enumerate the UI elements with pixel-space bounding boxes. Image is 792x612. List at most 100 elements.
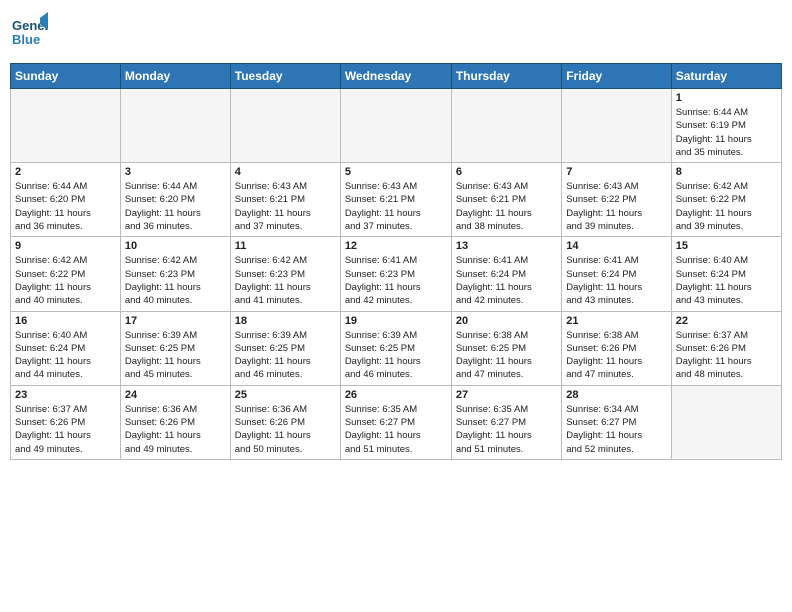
day-info: Sunrise: 6:38 AM Sunset: 6:26 PM Dayligh… xyxy=(566,329,666,382)
svg-text:Blue: Blue xyxy=(12,32,40,47)
calendar-cell: 5 Sunrise: 6:43 AM Sunset: 6:21 PM Daylig… xyxy=(340,163,451,237)
day-info: Sunrise: 6:43 AM Sunset: 6:21 PM Dayligh… xyxy=(456,180,557,233)
calendar-cell: 12 Sunrise: 6:41 AM Sunset: 6:23 PM Dayli… xyxy=(340,237,451,311)
weekday-header-monday: Monday xyxy=(120,64,230,89)
calendar-cell xyxy=(340,89,451,163)
calendar-cell: 3 Sunrise: 6:44 AM Sunset: 6:20 PM Daylig… xyxy=(120,163,230,237)
calendar-cell: 19 Sunrise: 6:39 AM Sunset: 6:25 PM Dayli… xyxy=(340,311,451,385)
calendar-cell: 14 Sunrise: 6:41 AM Sunset: 6:24 PM Dayli… xyxy=(562,237,671,311)
day-number: 4 xyxy=(235,166,336,178)
day-number: 24 xyxy=(125,389,226,401)
weekday-header-thursday: Thursday xyxy=(451,64,561,89)
day-number: 12 xyxy=(345,240,447,252)
day-number: 17 xyxy=(125,315,226,327)
calendar-cell xyxy=(562,89,671,163)
day-info: Sunrise: 6:37 AM Sunset: 6:26 PM Dayligh… xyxy=(676,329,777,382)
day-info: Sunrise: 6:40 AM Sunset: 6:24 PM Dayligh… xyxy=(15,329,116,382)
day-number: 18 xyxy=(235,315,336,327)
day-info: Sunrise: 6:35 AM Sunset: 6:27 PM Dayligh… xyxy=(345,403,447,456)
day-info: Sunrise: 6:42 AM Sunset: 6:22 PM Dayligh… xyxy=(15,254,116,307)
day-number: 9 xyxy=(15,240,116,252)
day-number: 14 xyxy=(566,240,666,252)
day-info: Sunrise: 6:39 AM Sunset: 6:25 PM Dayligh… xyxy=(125,329,226,382)
day-info: Sunrise: 6:42 AM Sunset: 6:22 PM Dayligh… xyxy=(676,180,777,233)
day-info: Sunrise: 6:44 AM Sunset: 6:20 PM Dayligh… xyxy=(125,180,226,233)
calendar-cell: 22 Sunrise: 6:37 AM Sunset: 6:26 PM Dayli… xyxy=(671,311,781,385)
calendar-cell: 27 Sunrise: 6:35 AM Sunset: 6:27 PM Dayli… xyxy=(451,385,561,459)
day-info: Sunrise: 6:41 AM Sunset: 6:24 PM Dayligh… xyxy=(566,254,666,307)
day-info: Sunrise: 6:35 AM Sunset: 6:27 PM Dayligh… xyxy=(456,403,557,456)
calendar-cell: 20 Sunrise: 6:38 AM Sunset: 6:25 PM Dayli… xyxy=(451,311,561,385)
day-info: Sunrise: 6:42 AM Sunset: 6:23 PM Dayligh… xyxy=(125,254,226,307)
weekday-header-saturday: Saturday xyxy=(671,64,781,89)
calendar-cell: 16 Sunrise: 6:40 AM Sunset: 6:24 PM Dayli… xyxy=(11,311,121,385)
day-number: 8 xyxy=(676,166,777,178)
day-info: Sunrise: 6:43 AM Sunset: 6:22 PM Dayligh… xyxy=(566,180,666,233)
calendar-cell xyxy=(451,89,561,163)
day-info: Sunrise: 6:37 AM Sunset: 6:26 PM Dayligh… xyxy=(15,403,116,456)
calendar-cell: 11 Sunrise: 6:42 AM Sunset: 6:23 PM Dayli… xyxy=(230,237,340,311)
calendar-cell xyxy=(120,89,230,163)
calendar-cell xyxy=(671,385,781,459)
day-number: 7 xyxy=(566,166,666,178)
day-info: Sunrise: 6:40 AM Sunset: 6:24 PM Dayligh… xyxy=(676,254,777,307)
calendar-cell xyxy=(230,89,340,163)
calendar-cell: 8 Sunrise: 6:42 AM Sunset: 6:22 PM Daylig… xyxy=(671,163,781,237)
day-number: 16 xyxy=(15,315,116,327)
day-number: 22 xyxy=(676,315,777,327)
day-number: 11 xyxy=(235,240,336,252)
calendar-cell: 28 Sunrise: 6:34 AM Sunset: 6:27 PM Dayli… xyxy=(562,385,671,459)
day-number: 5 xyxy=(345,166,447,178)
weekday-header-wednesday: Wednesday xyxy=(340,64,451,89)
day-number: 21 xyxy=(566,315,666,327)
calendar-cell: 24 Sunrise: 6:36 AM Sunset: 6:26 PM Dayli… xyxy=(120,385,230,459)
day-info: Sunrise: 6:38 AM Sunset: 6:25 PM Dayligh… xyxy=(456,329,557,382)
calendar-cell: 26 Sunrise: 6:35 AM Sunset: 6:27 PM Dayli… xyxy=(340,385,451,459)
calendar-cell: 6 Sunrise: 6:43 AM Sunset: 6:21 PM Daylig… xyxy=(451,163,561,237)
day-number: 15 xyxy=(676,240,777,252)
day-info: Sunrise: 6:36 AM Sunset: 6:26 PM Dayligh… xyxy=(235,403,336,456)
calendar-cell: 4 Sunrise: 6:43 AM Sunset: 6:21 PM Daylig… xyxy=(230,163,340,237)
day-info: Sunrise: 6:41 AM Sunset: 6:24 PM Dayligh… xyxy=(456,254,557,307)
day-info: Sunrise: 6:44 AM Sunset: 6:19 PM Dayligh… xyxy=(676,106,777,159)
day-number: 20 xyxy=(456,315,557,327)
calendar-cell: 18 Sunrise: 6:39 AM Sunset: 6:25 PM Dayli… xyxy=(230,311,340,385)
calendar-table: SundayMondayTuesdayWednesdayThursdayFrid… xyxy=(10,63,782,460)
day-info: Sunrise: 6:39 AM Sunset: 6:25 PM Dayligh… xyxy=(235,329,336,382)
calendar-cell: 25 Sunrise: 6:36 AM Sunset: 6:26 PM Dayli… xyxy=(230,385,340,459)
day-info: Sunrise: 6:34 AM Sunset: 6:27 PM Dayligh… xyxy=(566,403,666,456)
calendar-cell: 17 Sunrise: 6:39 AM Sunset: 6:25 PM Dayli… xyxy=(120,311,230,385)
calendar-cell: 13 Sunrise: 6:41 AM Sunset: 6:24 PM Dayli… xyxy=(451,237,561,311)
weekday-header-sunday: Sunday xyxy=(11,64,121,89)
day-number: 28 xyxy=(566,389,666,401)
weekday-header-friday: Friday xyxy=(562,64,671,89)
day-info: Sunrise: 6:36 AM Sunset: 6:26 PM Dayligh… xyxy=(125,403,226,456)
day-info: Sunrise: 6:43 AM Sunset: 6:21 PM Dayligh… xyxy=(235,180,336,233)
day-info: Sunrise: 6:42 AM Sunset: 6:23 PM Dayligh… xyxy=(235,254,336,307)
day-number: 6 xyxy=(456,166,557,178)
weekday-header-tuesday: Tuesday xyxy=(230,64,340,89)
day-info: Sunrise: 6:44 AM Sunset: 6:20 PM Dayligh… xyxy=(15,180,116,233)
day-number: 27 xyxy=(456,389,557,401)
day-number: 13 xyxy=(456,240,557,252)
calendar-cell: 21 Sunrise: 6:38 AM Sunset: 6:26 PM Dayli… xyxy=(562,311,671,385)
day-number: 25 xyxy=(235,389,336,401)
day-number: 23 xyxy=(15,389,116,401)
day-info: Sunrise: 6:41 AM Sunset: 6:23 PM Dayligh… xyxy=(345,254,447,307)
calendar-cell: 7 Sunrise: 6:43 AM Sunset: 6:22 PM Daylig… xyxy=(562,163,671,237)
calendar-cell xyxy=(11,89,121,163)
day-info: Sunrise: 6:43 AM Sunset: 6:21 PM Dayligh… xyxy=(345,180,447,233)
calendar-cell: 9 Sunrise: 6:42 AM Sunset: 6:22 PM Daylig… xyxy=(11,237,121,311)
day-number: 3 xyxy=(125,166,226,178)
day-number: 2 xyxy=(15,166,116,178)
calendar-cell: 15 Sunrise: 6:40 AM Sunset: 6:24 PM Dayli… xyxy=(671,237,781,311)
calendar-cell: 23 Sunrise: 6:37 AM Sunset: 6:26 PM Dayli… xyxy=(11,385,121,459)
day-number: 26 xyxy=(345,389,447,401)
day-number: 10 xyxy=(125,240,226,252)
day-number: 19 xyxy=(345,315,447,327)
logo: General Blue xyxy=(10,10,48,53)
calendar-cell: 1Sunrise: 6:44 AM Sunset: 6:19 PM Daylig… xyxy=(671,89,781,163)
calendar-cell: 2 Sunrise: 6:44 AM Sunset: 6:20 PM Daylig… xyxy=(11,163,121,237)
logo-icon: General Blue xyxy=(10,10,48,48)
day-info: Sunrise: 6:39 AM Sunset: 6:25 PM Dayligh… xyxy=(345,329,447,382)
